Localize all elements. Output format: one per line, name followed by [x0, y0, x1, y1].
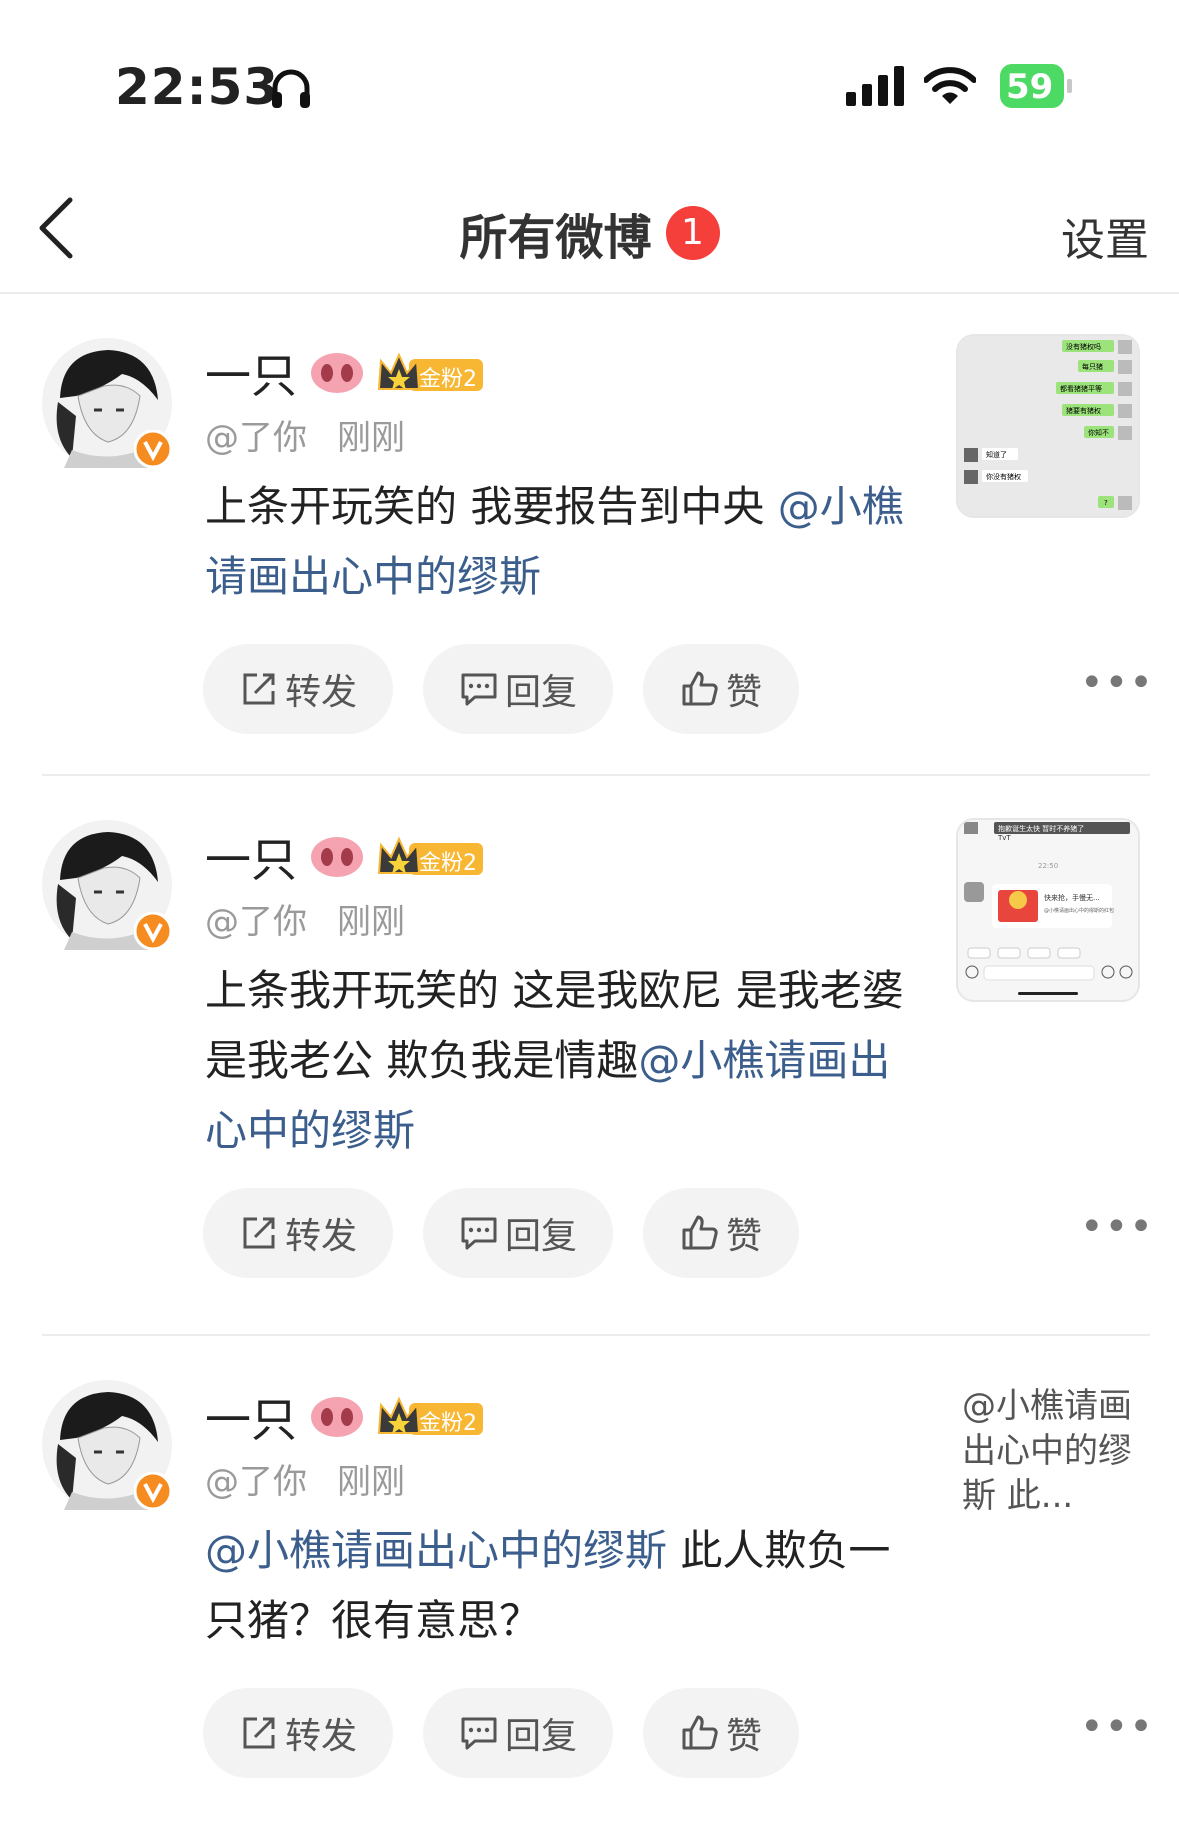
comment-icon — [461, 1217, 497, 1250]
pig-nose-emoji-icon — [311, 1397, 363, 1437]
post-header: 一只 金粉2 — [205, 824, 483, 890]
repost-label: 转发 — [284, 1216, 357, 1257]
post-time: 刚刚 — [337, 902, 405, 942]
thumb-msg: TvT — [997, 834, 1011, 842]
fan-level-badge: 金粉2 — [377, 351, 483, 395]
cellular-signal-icon — [846, 66, 904, 106]
pig-nose-emoji-icon — [311, 837, 363, 877]
repost-button[interactable]: 转发 — [203, 1188, 393, 1278]
avatar[interactable] — [40, 818, 174, 952]
like-button[interactable]: 赞 — [643, 1188, 799, 1278]
svg-text:?: ? — [1104, 499, 1108, 507]
screenshot-thumbnail[interactable]: 没有猪权吗 每只猪 都看猪猪平等 猪要有猪权 你知不 知道了 你没有猪权 ? — [956, 334, 1140, 518]
repost-icon — [243, 673, 275, 705]
reply-button[interactable]: 回复 — [423, 1188, 613, 1278]
status-time: 22:53 — [115, 58, 280, 116]
user-name[interactable]: 一只 — [205, 340, 297, 406]
verified-icon — [134, 912, 172, 950]
verified-icon — [134, 430, 172, 468]
headphone-icon — [272, 69, 310, 108]
thumb-msg: 猪要有猪权 — [1066, 406, 1101, 415]
repost-icon — [243, 1217, 275, 1249]
fan-level-label: 金粉2 — [419, 367, 477, 392]
user-handle: @了你 — [205, 418, 307, 458]
thumb-msg: 22:50 — [1038, 862, 1058, 870]
thumb-msg: 你没有猪权 — [986, 472, 1021, 481]
thumb-msg: 每只猪 — [1082, 362, 1103, 371]
like-button[interactable]: 赞 — [643, 1688, 799, 1778]
post-text: @小樵请画出心中的缪斯 此人欺负一只猪？很有意思？ — [205, 1516, 905, 1656]
avatar[interactable] — [40, 336, 174, 470]
nav-bar: 所有微博 1 设置 — [0, 150, 1179, 294]
like-label: 赞 — [725, 672, 762, 713]
battery-percent: 59 — [1006, 67, 1054, 107]
fan-level-label: 金粉2 — [419, 851, 477, 876]
thumb-msg: 抱歉诞生太快 暂时不养猪了 — [998, 824, 1084, 833]
like-label: 赞 — [725, 1216, 762, 1257]
thumb-msg: 没有猪权吗 — [1066, 342, 1101, 351]
user-name[interactable]: 一只 — [205, 1384, 297, 1450]
avatar[interactable] — [40, 1378, 174, 1512]
post-body: 上条开玩笑的 我要报告到中央 — [205, 482, 765, 531]
notification-badge: 1 — [665, 206, 720, 260]
comment-icon — [461, 673, 497, 706]
verified-icon — [134, 1472, 172, 1510]
repost-button[interactable]: 转发 — [203, 1688, 393, 1778]
more-options-icon[interactable]: ••• — [1080, 1204, 1154, 1250]
screenshot-thumbnail[interactable]: 抱歉诞生太快 暂时不养猪了 TvT 22:50 快来抢，手慢无... @小樵请画… — [956, 818, 1140, 1002]
repost-icon — [243, 1717, 275, 1749]
post-actions: 转发 回复 赞 — [203, 644, 799, 734]
more-options-icon[interactable]: ••• — [1080, 1704, 1154, 1750]
repost-label: 转发 — [284, 1716, 357, 1757]
thumbs-up-icon — [682, 671, 718, 706]
reply-label: 回复 — [504, 1716, 577, 1757]
more-options-icon[interactable]: ••• — [1080, 660, 1154, 706]
divider — [42, 774, 1150, 776]
post-meta: @了你 刚刚 — [205, 410, 405, 459]
reply-button[interactable]: 回复 — [423, 644, 613, 734]
comment-icon — [461, 1717, 497, 1750]
user-handle: @了你 — [205, 1462, 307, 1502]
wifi-icon — [924, 67, 976, 104]
user-name[interactable]: 一只 — [205, 824, 297, 890]
like-button[interactable]: 赞 — [643, 644, 799, 734]
fan-level-label: 金粉2 — [419, 1411, 477, 1436]
thumb-msg: @小樵请画出心中的缪斯的红包 — [1044, 907, 1114, 914]
user-handle: @了你 — [205, 902, 307, 942]
reply-button[interactable]: 回复 — [423, 1688, 613, 1778]
post-text: 上条我开玩笑的 这是我欧尼 是我老婆 是我老公 欺负我是情趣@小樵请画出心中的缪… — [205, 956, 905, 1166]
post-meta: @了你 刚刚 — [205, 1454, 405, 1503]
repost-button[interactable]: 转发 — [203, 644, 393, 734]
status-bar: 22:53 59 — [0, 0, 1179, 150]
page-title: 所有微博 — [459, 210, 652, 266]
quoted-text-preview[interactable]: @小樵请画出心中的缪斯 此... — [962, 1384, 1152, 1519]
repost-label: 转发 — [284, 672, 357, 713]
reply-label: 回复 — [504, 1216, 577, 1257]
settings-button[interactable]: 设置 — [1061, 204, 1149, 268]
thumb-msg: 知道了 — [986, 450, 1007, 459]
thumb-msg: 快来抢，手慢无... — [1044, 893, 1100, 902]
pig-nose-emoji-icon — [311, 353, 363, 393]
post-time: 刚刚 — [337, 1462, 405, 1502]
fan-level-badge: 金粉2 — [377, 1395, 483, 1439]
thumbs-up-icon — [682, 1715, 718, 1750]
mention-link[interactable]: @小樵请画出心中的缪斯 — [205, 1526, 667, 1575]
thumb-msg: 你知不 — [1088, 428, 1109, 437]
post-actions: 转发 回复 赞 — [203, 1688, 799, 1778]
divider — [42, 1334, 1150, 1336]
thumbs-up-icon — [682, 1215, 718, 1250]
battery-indicator: 59 — [1000, 64, 1072, 108]
like-label: 赞 — [725, 1716, 762, 1757]
post-text: 上条开玩笑的 我要报告到中央 @小樵请画出心中的缪斯 — [205, 472, 905, 612]
page-title-area: 所有微博 1 — [0, 198, 1179, 268]
fan-level-badge: 金粉2 — [377, 835, 483, 879]
post-header: 一只 金粉2 — [205, 1384, 483, 1450]
post-meta: @了你 刚刚 — [205, 894, 405, 943]
reply-label: 回复 — [504, 672, 577, 713]
post-actions: 转发 回复 赞 — [203, 1188, 799, 1278]
thumb-msg: 都看猪猪平等 — [1060, 384, 1102, 393]
post-time: 刚刚 — [337, 418, 405, 458]
post-header: 一只 金粉2 — [205, 340, 483, 406]
